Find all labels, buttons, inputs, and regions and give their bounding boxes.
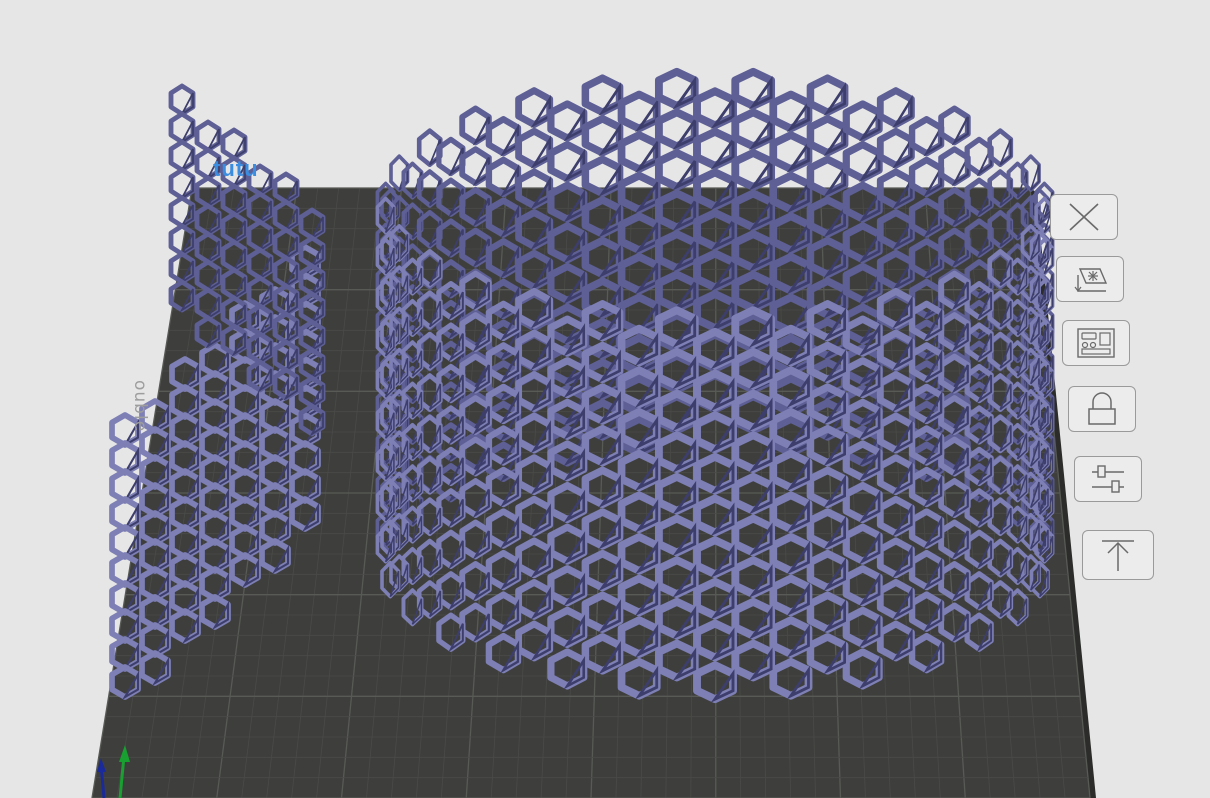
vertical-toolbar <box>1046 190 1166 590</box>
lock-icon <box>1088 392 1116 425</box>
layout-button[interactable] <box>1062 320 1130 366</box>
sliders-icon <box>1092 465 1124 493</box>
plate-side-text: ouble <box>130 380 150 433</box>
lay-flat-button[interactable] <box>1082 530 1154 580</box>
arrange-icon <box>1074 268 1108 292</box>
auto-arrange-button[interactable] <box>1056 256 1124 302</box>
settings-button[interactable] <box>1074 456 1142 502</box>
close-icon <box>1069 203 1099 231</box>
layout-icon <box>1077 328 1115 358</box>
lock-button[interactable] <box>1068 386 1136 432</box>
plate-logo-text: tutu <box>213 156 259 181</box>
close-button[interactable] <box>1050 194 1118 240</box>
build-scene[interactable] <box>0 0 1210 798</box>
3d-viewport[interactable]: tutu ouble <box>0 0 1210 798</box>
arrow-up-icon <box>1102 540 1134 571</box>
